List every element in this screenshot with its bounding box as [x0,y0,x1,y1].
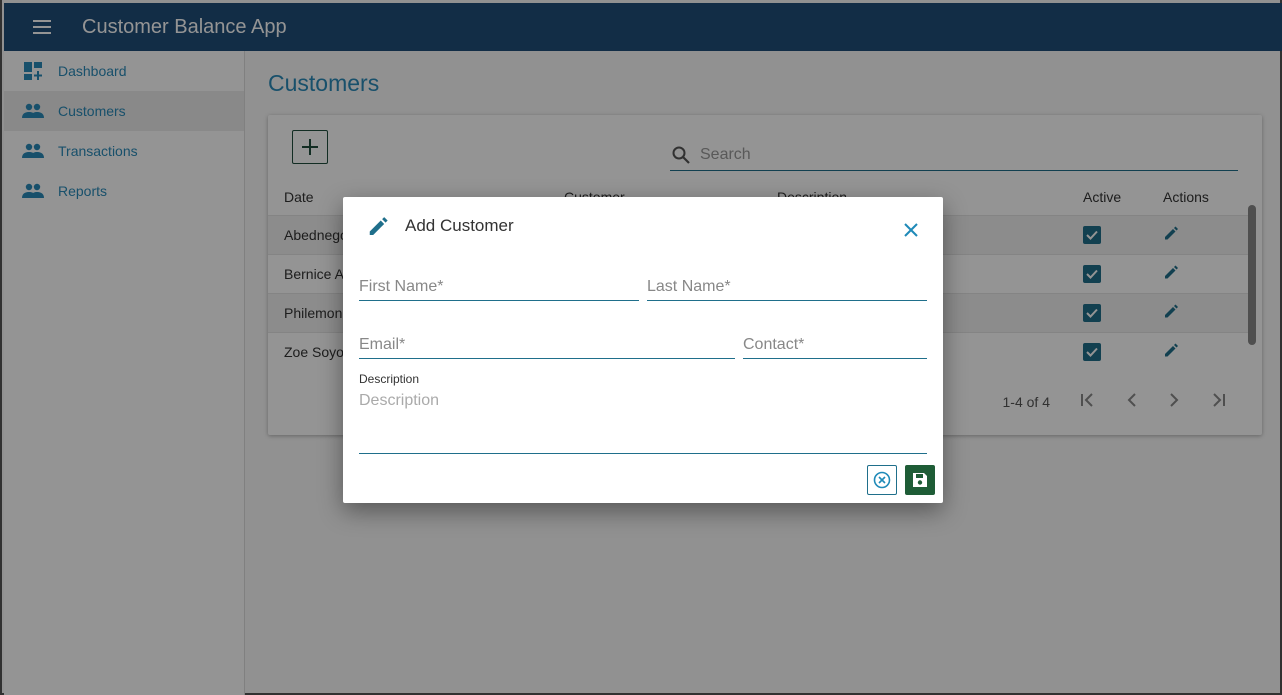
save-button[interactable] [905,465,935,495]
pencil-icon [367,215,389,237]
add-customer-dialog: Add Customer First Name* Last Name* Emai… [343,197,943,503]
description-label: Description [359,372,420,386]
email-placeholder: Email* [359,336,406,353]
dialog-title: Add Customer [405,216,514,235]
dialog-header: Add Customer [367,215,514,237]
close-icon[interactable] [900,219,922,241]
cancel-circle-icon [873,471,891,489]
description-placeholder: Description [359,392,440,409]
cancel-button[interactable] [867,465,897,495]
first-name-placeholder: First Name* [359,278,444,295]
description-textarea[interactable]: Description [359,390,927,454]
last-name-field[interactable]: Last Name* [647,271,927,301]
save-icon [912,472,928,488]
contact-field[interactable]: Contact* [743,329,927,359]
last-name-placeholder: Last Name* [647,278,731,295]
contact-placeholder: Contact* [743,336,805,353]
first-name-field[interactable]: First Name* [359,271,639,301]
email-field[interactable]: Email* [359,329,735,359]
